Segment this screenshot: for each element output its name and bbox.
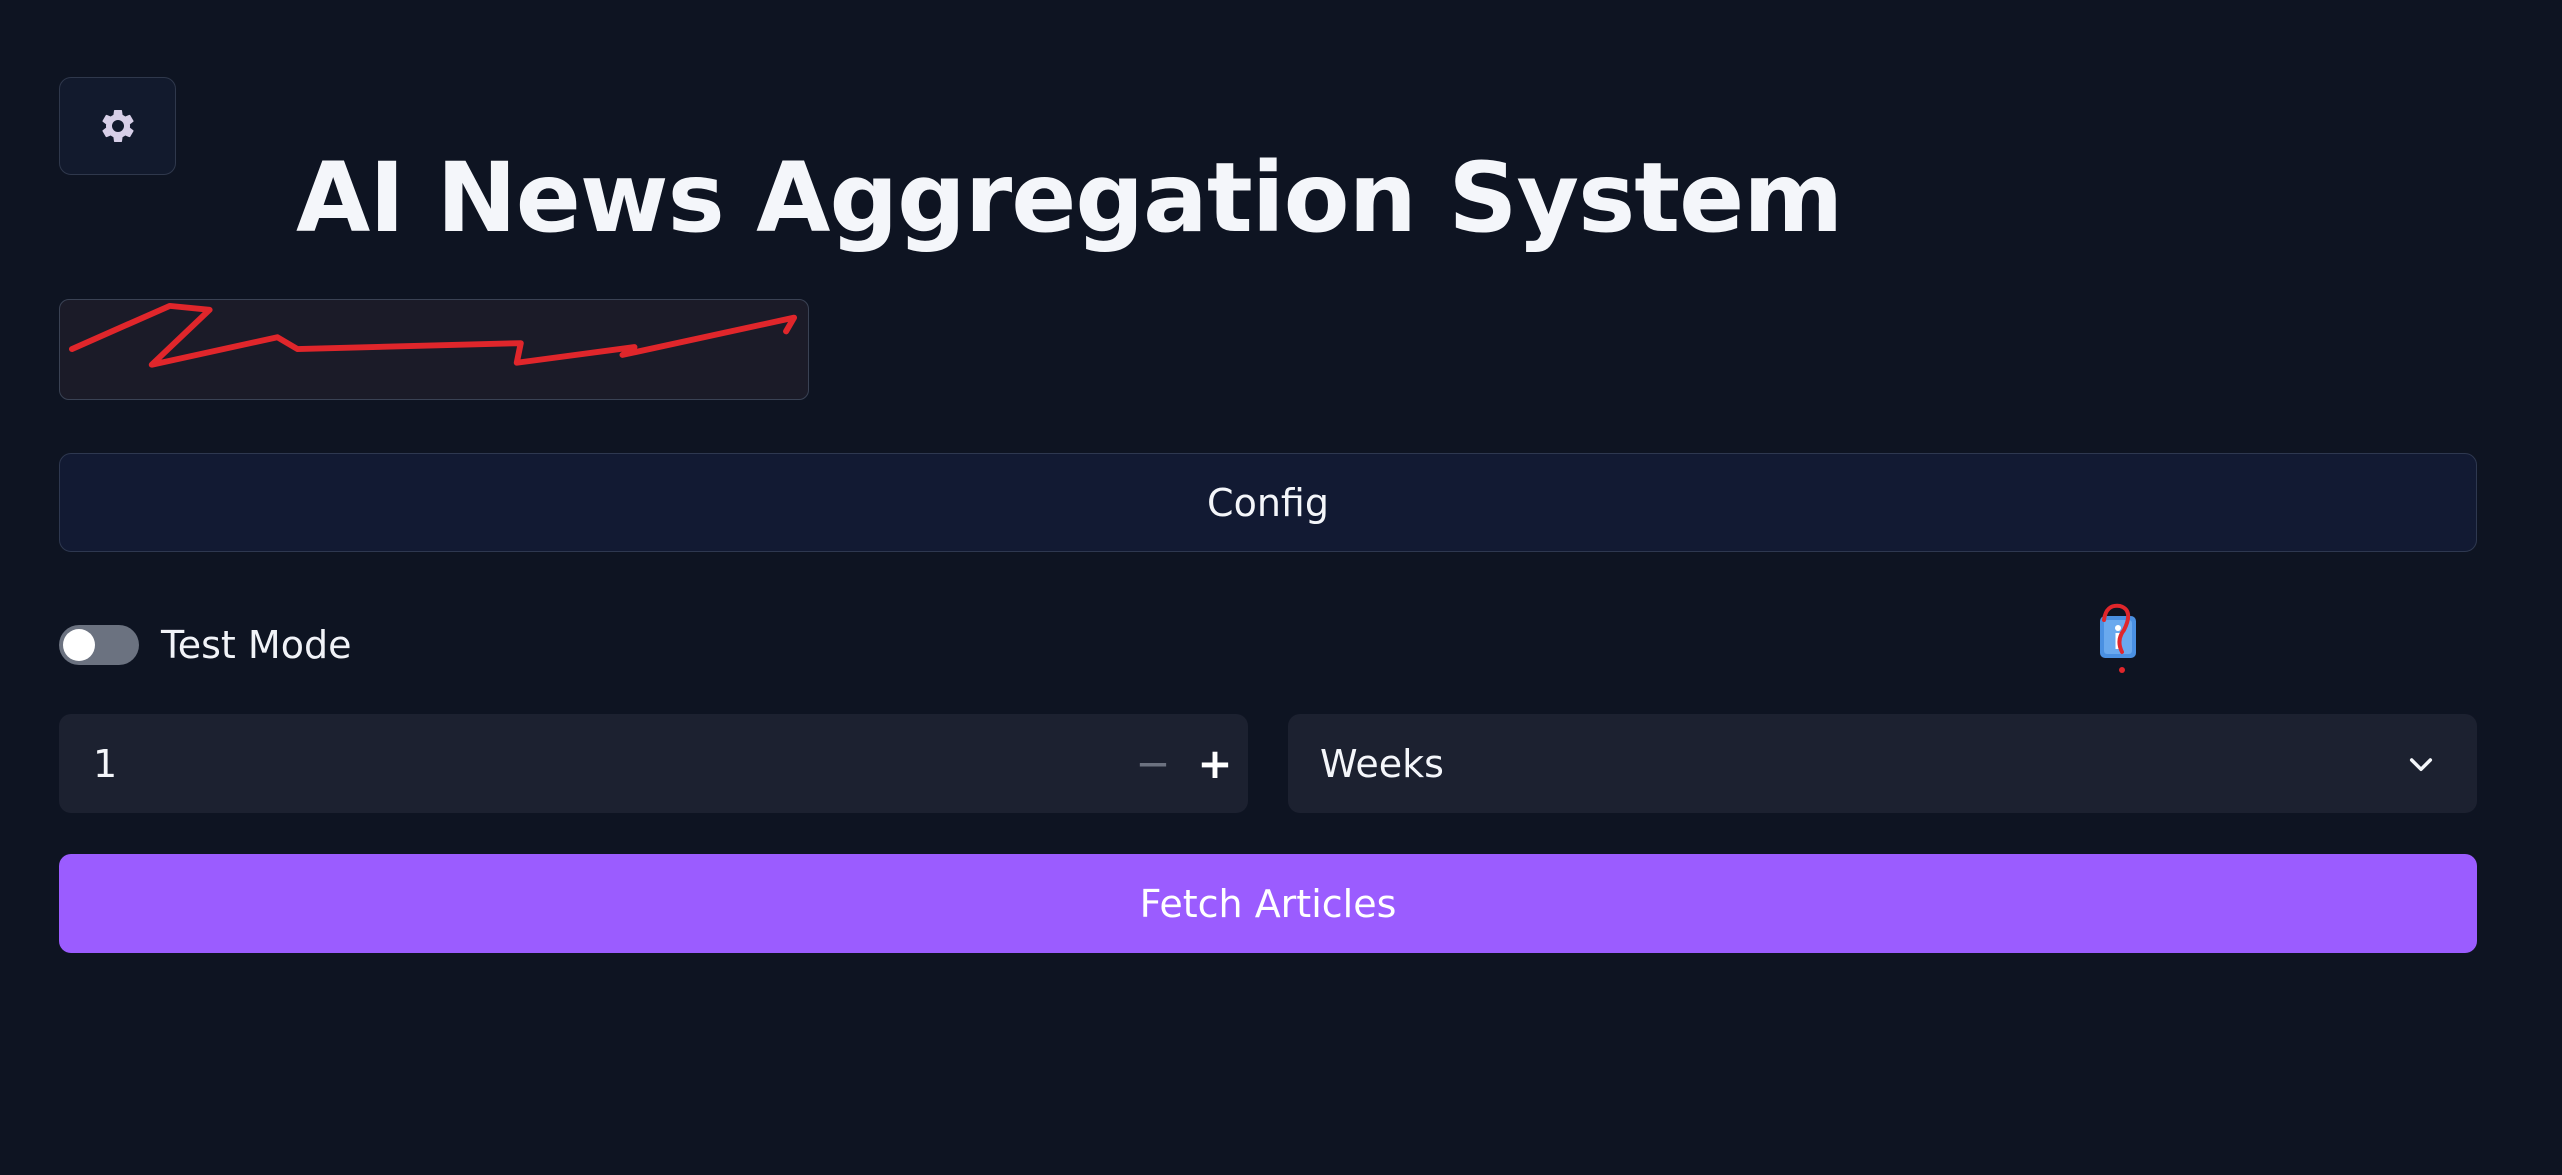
chevron-down-icon xyxy=(2409,758,2433,772)
gear-icon xyxy=(101,109,134,142)
config-button[interactable]: Config xyxy=(59,453,2477,552)
time-unit-select[interactable]: Weeks xyxy=(1288,714,2477,813)
increment-button[interactable]: + xyxy=(1182,714,1248,813)
page-title: AI News Aggregation System xyxy=(296,142,1843,254)
test-mode-label: Test Mode xyxy=(161,623,352,667)
time-unit-selected: Weeks xyxy=(1320,741,1444,786)
redaction-scribble xyxy=(68,302,798,368)
fetch-articles-button[interactable]: Fetch Articles xyxy=(59,854,2477,953)
test-mode-row: Test Mode xyxy=(59,610,351,680)
test-mode-toggle[interactable] xyxy=(59,625,139,665)
duration-value[interactable]: 1 xyxy=(93,714,117,813)
redacted-text-box xyxy=(59,299,809,400)
settings-button[interactable] xyxy=(59,77,176,175)
decrement-button[interactable]: − xyxy=(1120,714,1186,813)
duration-number-input[interactable]: 1 − + xyxy=(59,714,1248,813)
toggle-knob xyxy=(63,629,95,661)
info-icon[interactable] xyxy=(2094,600,2144,680)
